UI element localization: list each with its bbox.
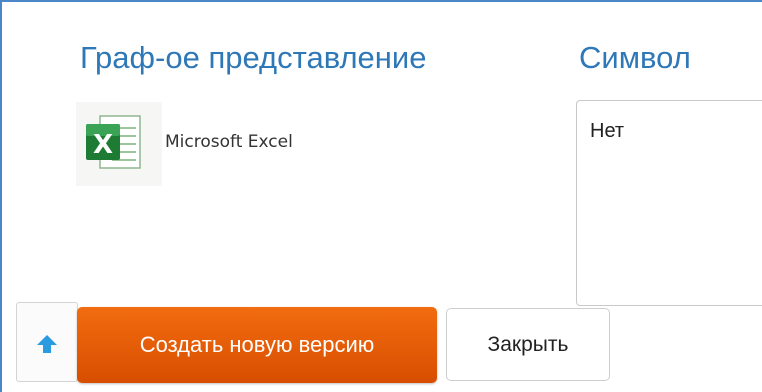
app-name-label: Microsoft Excel <box>165 132 293 152</box>
dialog-panel: Граф-ое представление Символ X Microsoft… <box>0 0 762 392</box>
create-new-version-button[interactable]: Создать новую версию <box>77 307 437 383</box>
svg-text:X: X <box>93 130 113 160</box>
symbol-value: Нет <box>590 120 625 142</box>
scroll-up-button[interactable] <box>16 302 78 382</box>
close-button[interactable]: Закрыть <box>446 308 610 381</box>
arrow-up-icon <box>37 335 57 353</box>
symbol-column-header: Символ <box>579 40 691 75</box>
graph-column-header: Граф-ое представление <box>80 40 427 75</box>
microsoft-excel-icon: X <box>82 110 146 174</box>
